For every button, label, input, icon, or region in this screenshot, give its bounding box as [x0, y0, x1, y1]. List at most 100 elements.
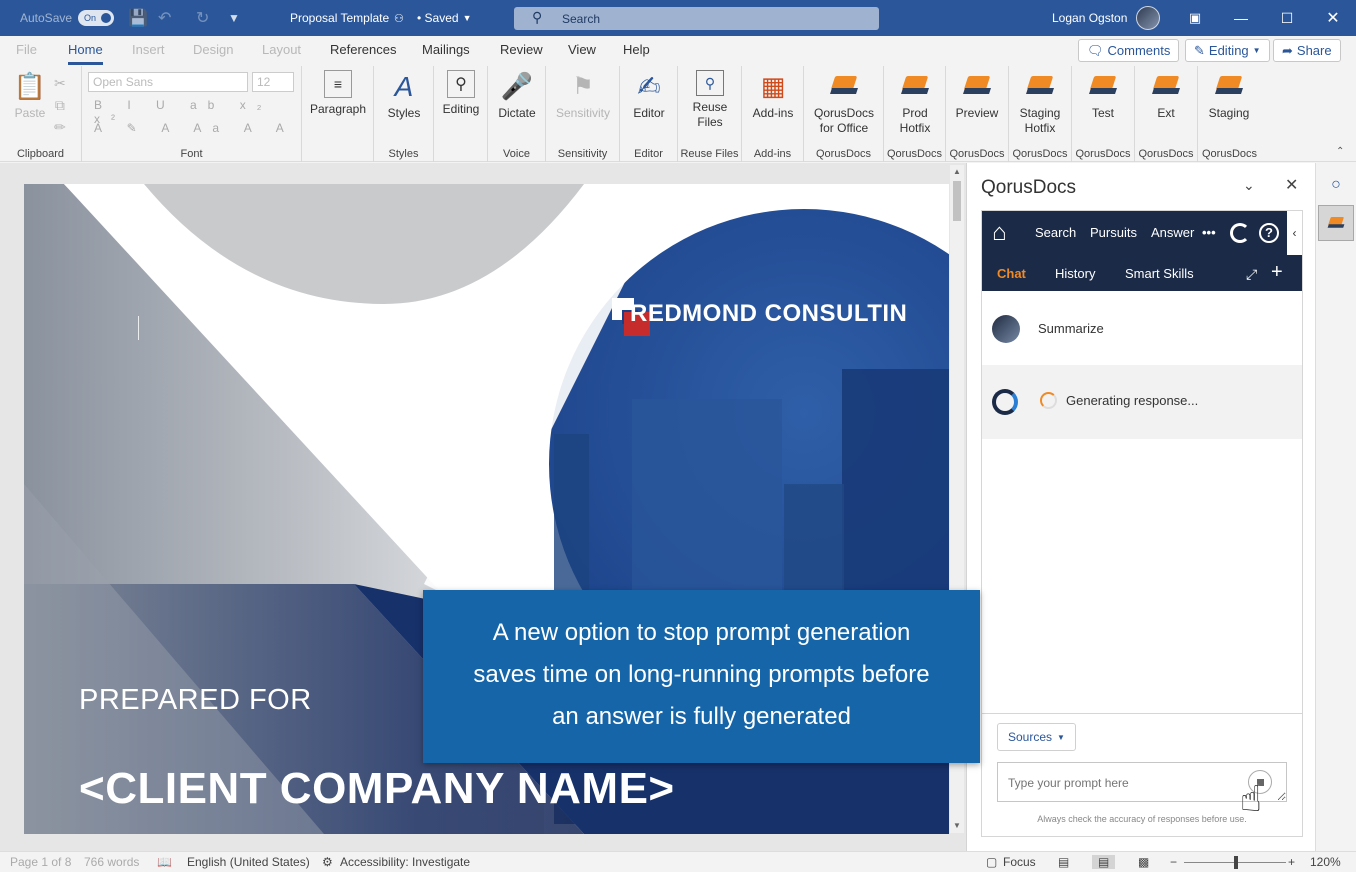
editor-button[interactable]: ✍ Editor [628, 70, 670, 121]
editing-mode-button[interactable]: ✎ Editing ▼ [1185, 39, 1270, 62]
zoom-slider-thumb[interactable] [1234, 856, 1238, 869]
tab-file[interactable]: File [16, 42, 37, 57]
minimize-button[interactable]: — [1218, 0, 1264, 36]
customize-qat-icon[interactable]: ▼ [228, 0, 240, 36]
nav-answer[interactable]: Answer [1151, 225, 1194, 240]
dictate-button[interactable]: 🎤 Dictate [494, 70, 540, 121]
focus-mode-button[interactable]: Focus [1003, 855, 1036, 869]
prod-hotfix-button[interactable]: Prod Hotfix [890, 70, 940, 136]
editing-label: Editing [442, 102, 480, 116]
page-count[interactable]: Page 1 of 8 [10, 855, 71, 869]
sources-dropdown[interactable]: Sources ▼ [997, 723, 1076, 751]
help-icon[interactable]: ? [1259, 223, 1279, 243]
qorusdocs-group-label: QorusDocs [1201, 148, 1258, 160]
ribbon-display-icon[interactable]: ▣ [1172, 0, 1218, 36]
staging-hotfix-button[interactable]: Staging Hotfix [1015, 70, 1065, 136]
font-size-field[interactable]: 12 [252, 72, 294, 92]
user-name[interactable]: Logan Ogston [1052, 0, 1127, 36]
expand-icon[interactable]: ⤢ [1246, 266, 1257, 283]
callout-line-1: A new option to stop prompt generation [492, 619, 911, 646]
tab-home[interactable]: Home [68, 42, 103, 65]
collapse-nav-chevron-icon[interactable]: ‹ [1287, 211, 1302, 255]
accessibility-status[interactable]: Accessibility: Investigate [340, 855, 470, 869]
microphone-icon: 🎤 [500, 70, 534, 101]
document-title[interactable]: Proposal Template [290, 0, 389, 36]
user-avatar[interactable] [1136, 0, 1160, 36]
voice-group: 🎤 Dictate Voice [488, 66, 546, 162]
paragraph-button[interactable]: ≡ Paragraph [310, 70, 366, 117]
paste-button[interactable]: 📋 Paste [12, 70, 48, 121]
font-name-field[interactable]: Open Sans [88, 72, 248, 92]
subtab-history[interactable]: History [1055, 266, 1095, 281]
tab-mailings[interactable]: Mailings [422, 42, 470, 57]
zoom-in-icon[interactable]: + [1288, 855, 1295, 869]
autosave-toggle[interactable]: On [78, 0, 114, 36]
close-window-button[interactable]: ✕ [1310, 0, 1356, 36]
save-icon[interactable]: 💾 [128, 0, 148, 36]
ext-button[interactable]: Ext [1141, 70, 1191, 121]
test-button[interactable]: Test [1078, 70, 1128, 121]
maximize-button[interactable]: ☐ [1264, 0, 1310, 36]
web-layout-icon[interactable]: ▩ [1138, 855, 1149, 869]
sensitivity-button[interactable]: ⚑ Sensitivity [552, 70, 614, 121]
new-chat-plus-icon[interactable]: + [1271, 261, 1283, 284]
scrollbar-thumb[interactable] [953, 181, 961, 221]
qorus-btn-label: Staging [1208, 106, 1250, 120]
copilot-icon[interactable]: ○ [1318, 167, 1354, 203]
tab-help[interactable]: Help [623, 42, 650, 57]
subtab-chat[interactable]: Chat [997, 266, 1026, 281]
redo-icon[interactable]: ↻ [196, 0, 209, 36]
qorusdocs-for-office-button[interactable]: QorusDocs for Office [808, 70, 880, 136]
comments-button[interactable]: 🗨 Comments [1078, 39, 1180, 62]
tab-layout[interactable]: Layout [262, 42, 301, 57]
word-count[interactable]: 766 words [84, 855, 139, 869]
tab-design[interactable]: Design [193, 42, 233, 57]
staging-button[interactable]: Staging [1204, 70, 1254, 121]
nav-pursuits[interactable]: Pursuits [1090, 225, 1137, 240]
proofing-icon[interactable]: 📖 [157, 855, 172, 869]
pane-close-icon[interactable]: ✕ [1285, 175, 1298, 195]
tab-review[interactable]: Review [500, 42, 543, 57]
font-color-icons[interactable]: A ✎ A Aa A A [94, 121, 295, 135]
ribbon: 📋 Paste ✂ ⧉ ✏ Clipboard Open Sans 12 B I U… [0, 66, 1356, 162]
reuse-files-button[interactable]: ⚲ Reuse Files [686, 70, 734, 130]
editing-button[interactable]: ⚲ Editing [438, 70, 484, 117]
share-icon: ➦ [1282, 42, 1293, 58]
print-layout-icon[interactable]: ▤ [1092, 855, 1116, 869]
sensitivity-group: ⚑ Sensitivity Sensitivity [546, 66, 620, 162]
qorusdocs-rail-button[interactable] [1318, 205, 1354, 241]
tab-insert[interactable]: Insert [132, 42, 165, 57]
zoom-out-icon[interactable]: − [1170, 855, 1177, 869]
share-button[interactable]: ➦ Share [1273, 39, 1341, 62]
addins-button[interactable]: ▦ Add-ins [750, 70, 796, 121]
home-icon[interactable]: ⌂ [992, 219, 1007, 247]
qorus-logo-icon[interactable] [1230, 223, 1250, 243]
qorus-btn-label: Test [1091, 106, 1114, 120]
tab-view[interactable]: View [568, 42, 596, 57]
title-bar: AutoSave On 💾 ↶ ↻ ▼ Proposal Template ⚇ … [0, 0, 1356, 36]
qorusdocs-task-pane: QorusDocs ⌄ ✕ ⌂ Search Pursuits Answer •… [966, 163, 1315, 851]
more-icon[interactable]: ••• [1202, 225, 1216, 240]
qorusdocs-icon [1327, 216, 1345, 230]
undo-icon[interactable]: ↶ [158, 0, 171, 36]
editor-group: ✍ Editor Editor [620, 66, 678, 162]
collapse-ribbon-icon[interactable]: ⌃ [1336, 146, 1344, 157]
zoom-level[interactable]: 120% [1310, 855, 1341, 869]
nav-search[interactable]: Search [1035, 225, 1076, 240]
scroll-down-icon[interactable]: ▼ [950, 819, 964, 833]
preview-button[interactable]: Preview [952, 70, 1002, 121]
client-company-name: <CLIENT COMPANY NAME> [79, 764, 675, 813]
scroll-up-icon[interactable]: ▲ [950, 165, 964, 179]
language-status[interactable]: English (United States) [187, 855, 310, 869]
tab-references[interactable]: References [330, 42, 396, 57]
subtab-smart-skills[interactable]: Smart Skills [1125, 266, 1194, 281]
search-box[interactable]: ⚲ Search [514, 7, 879, 30]
styles-button[interactable]: A Styles [384, 70, 424, 121]
read-mode-icon[interactable]: ▤ [1058, 855, 1069, 869]
saved-status[interactable]: • Saved ▼ [417, 0, 471, 36]
pointer-hand-icon: ☝ [1240, 778, 1262, 819]
sensitivity-label: Sensitivity [555, 106, 611, 120]
caret-down-icon: ▼ [1057, 732, 1065, 742]
qorusdocs-app-frame: ⌂ Search Pursuits Answer ••• ? ‹ Chat Hi… [981, 210, 1303, 837]
pane-options-chevron-icon[interactable]: ⌄ [1243, 177, 1255, 194]
